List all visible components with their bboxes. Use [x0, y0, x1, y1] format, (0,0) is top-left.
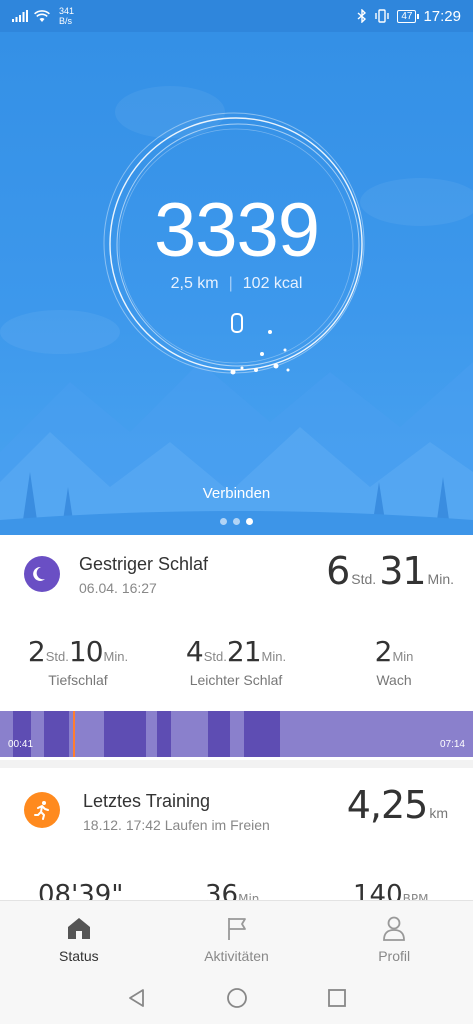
connect-button[interactable]: Verbinden [0, 485, 473, 502]
person-icon [383, 916, 406, 941]
app-screen: 341 B/s 47 17:29 3339 2,5 km | 102 kcal … [0, 0, 473, 1024]
wifi-icon [34, 10, 50, 22]
recents-icon[interactable] [326, 987, 348, 1009]
training-title: Letztes Training [83, 791, 211, 811]
deep-sleep-segment [44, 711, 69, 757]
page-indicator [0, 518, 473, 525]
page-dot [233, 518, 240, 525]
deep-sleep-segment [208, 711, 230, 757]
steps-hero[interactable]: 3339 2,5 km | 102 kcal Verbinden [0, 32, 473, 535]
timeline-start: 00:41 [8, 739, 34, 750]
page-dot [220, 518, 227, 525]
sleep-date: 06.04. 16:27 [79, 580, 157, 596]
deep-sleep-stat: 2Std.10Min. Tiefschlaf [27, 635, 129, 688]
flag-icon [227, 918, 246, 940]
training-distance: 4,25 km [346, 783, 448, 827]
page-dot-active [246, 518, 253, 525]
band-icon [231, 313, 243, 333]
awake-stat: 2Min Wach [374, 635, 414, 688]
sleep-title: Gestriger Schlaf [79, 554, 209, 574]
divider: | [228, 275, 233, 292]
deep-sleep-segment [244, 711, 280, 757]
clock: 17:29 [423, 7, 461, 25]
distance-value: 2,5 km [170, 275, 219, 292]
status-bar: 341 B/s 47 17:29 [0, 0, 473, 32]
sleep-total: 6 Std.31 Min. [326, 549, 454, 593]
deep-sleep-segment [157, 711, 171, 757]
distance-calories: 2,5 km | 102 kcal [0, 275, 473, 293]
awake-segment [73, 711, 75, 757]
training-subtitle: 18.12. 17:42 Laufen im Freien [83, 817, 270, 833]
back-icon[interactable] [126, 987, 148, 1009]
network-speed: 341 B/s [59, 6, 75, 26]
moon-icon: z [24, 556, 60, 592]
training-card[interactable]: Letztes Training 18.12. 17:42 Laufen im … [0, 768, 473, 918]
deep-sleep-segment [104, 711, 146, 757]
sleep-timeline[interactable]: 00:41 07:14 [0, 711, 473, 757]
tab-activities[interactable]: Aktivitäten [158, 901, 316, 972]
light-sleep-stat: 4Std.21Min. Leichter Schlaf [185, 635, 287, 688]
tab-status[interactable]: Status [0, 901, 158, 972]
signal-icon [12, 10, 28, 22]
battery-icon: 47 [397, 9, 420, 23]
bluetooth-icon [357, 9, 367, 23]
bottom-navigation: Status Aktivitäten Profil [0, 900, 473, 972]
svg-text:z: z [43, 567, 46, 574]
timeline-end: 07:14 [439, 739, 465, 750]
home-icon [67, 918, 90, 939]
running-icon [24, 792, 60, 828]
system-navigation [0, 972, 473, 1024]
calories-value: 102 kcal [242, 275, 303, 292]
home-button-icon[interactable] [226, 987, 248, 1009]
step-count: 3339 [153, 188, 320, 273]
vibrate-icon [375, 9, 390, 23]
deep-sleep-segment [13, 711, 31, 757]
tab-profile[interactable]: Profil [315, 901, 473, 972]
